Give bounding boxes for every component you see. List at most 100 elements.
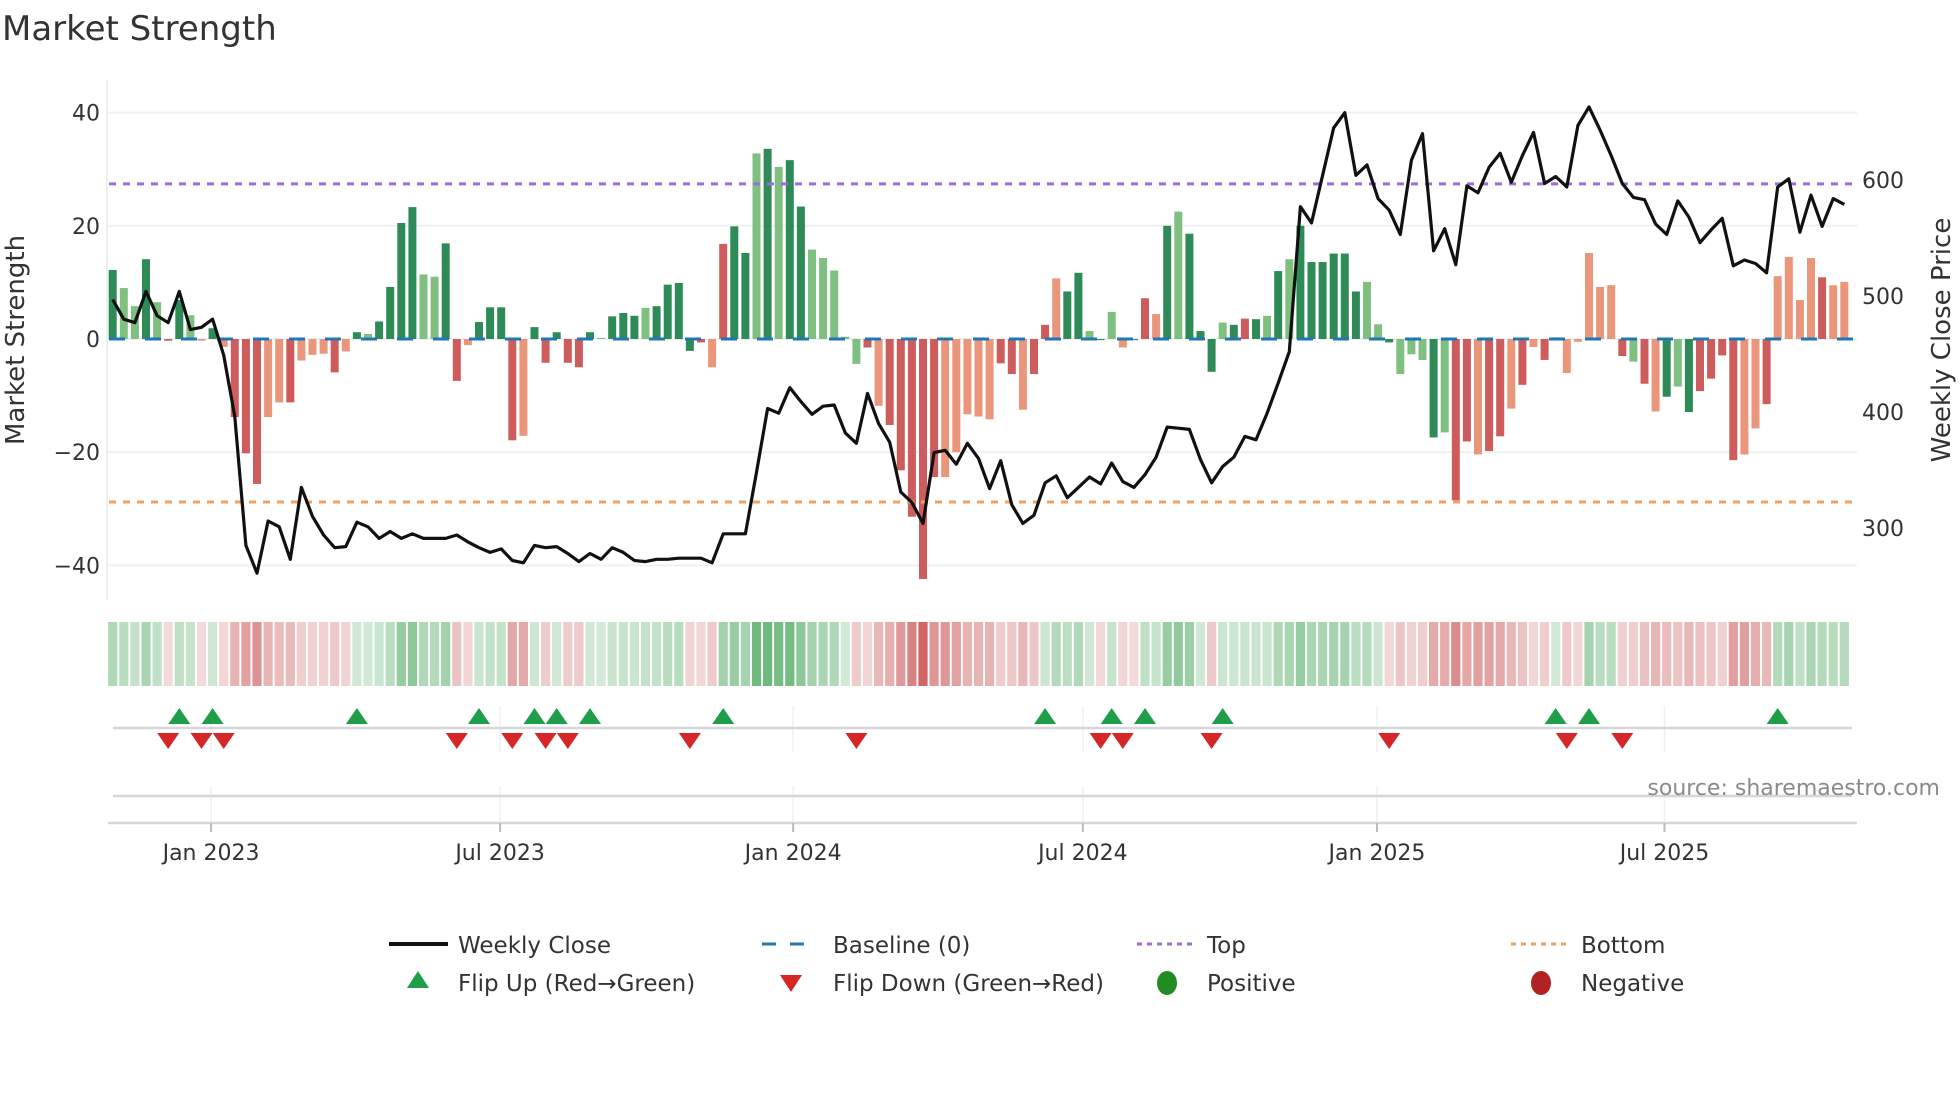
strength-bar bbox=[1740, 339, 1749, 455]
strength-bar bbox=[1540, 339, 1549, 360]
strength-bar bbox=[785, 160, 794, 339]
heat-cell bbox=[1662, 622, 1672, 686]
y-tick-label: 0 bbox=[86, 328, 100, 353]
heat-cell bbox=[1417, 622, 1428, 686]
strength-bar bbox=[519, 339, 528, 436]
circle-icon bbox=[1531, 971, 1551, 995]
heat-cell bbox=[1806, 622, 1816, 686]
strength-bar bbox=[508, 339, 517, 441]
heat-cell bbox=[1129, 622, 1139, 686]
heat-cell bbox=[674, 622, 684, 686]
strength-bar bbox=[286, 339, 295, 403]
heat-cell bbox=[1373, 622, 1383, 686]
flip-up-marker-icon bbox=[1766, 708, 1789, 724]
strength-bar bbox=[1773, 276, 1782, 339]
legend-item-positive[interactable]: Positive bbox=[1157, 971, 1296, 997]
heat-cell bbox=[241, 622, 251, 686]
strength-bar bbox=[1751, 339, 1760, 429]
heat-cell bbox=[1495, 622, 1505, 686]
legend-item-top[interactable]: Top bbox=[1137, 933, 1246, 959]
strength-bar bbox=[1229, 324, 1238, 339]
heat-cell bbox=[1240, 622, 1250, 686]
triangle-down-icon bbox=[780, 975, 802, 992]
legend-item-flip-up[interactable]: Flip Up (Red→Green) bbox=[407, 971, 695, 997]
flip-down-marker-icon bbox=[556, 733, 579, 749]
heat-cell bbox=[441, 622, 451, 686]
legend-item-negative[interactable]: Negative bbox=[1531, 971, 1684, 997]
y-tick-label: −40 bbox=[54, 554, 100, 579]
flip-down-marker-icon bbox=[1111, 733, 1134, 749]
strength-bar bbox=[963, 339, 972, 415]
heat-cell bbox=[1007, 622, 1017, 686]
heat-cell bbox=[230, 622, 240, 686]
heat-cell bbox=[1540, 622, 1550, 686]
heat-cell bbox=[751, 622, 762, 686]
x-tick-label: Jan 2024 bbox=[743, 841, 842, 866]
flip-up-marker-icon bbox=[468, 708, 490, 724]
x-tick-label: Jan 2025 bbox=[1327, 841, 1426, 866]
flip-up-marker-icon bbox=[1100, 708, 1123, 724]
strength-bar bbox=[630, 315, 639, 339]
heat-cell bbox=[1118, 622, 1128, 686]
strength-bar bbox=[1762, 339, 1771, 405]
heat-cell bbox=[985, 622, 995, 686]
heat-cell bbox=[807, 622, 817, 686]
heat-cell bbox=[596, 622, 606, 686]
heat-cell bbox=[1517, 622, 1527, 686]
flip-down-marker-icon bbox=[501, 733, 524, 749]
strength-bar bbox=[652, 306, 661, 339]
strength-bar bbox=[974, 339, 983, 417]
strength-bar bbox=[430, 276, 439, 339]
heat-cell bbox=[1551, 622, 1561, 686]
strength-bar bbox=[1829, 285, 1838, 339]
heat-cell bbox=[885, 622, 895, 686]
strength-bar bbox=[164, 339, 173, 341]
legend-label: Bottom bbox=[1581, 933, 1665, 959]
strength-bar bbox=[985, 339, 994, 420]
strength-bar bbox=[1529, 339, 1538, 347]
flip-down-marker-icon bbox=[157, 733, 180, 749]
strength-bar bbox=[1207, 339, 1216, 372]
heat-cell bbox=[1018, 622, 1028, 686]
flip-up-marker-icon bbox=[579, 708, 601, 724]
strength-bars bbox=[108, 148, 1849, 579]
flip-up-marker-icon bbox=[1134, 708, 1156, 724]
heat-cell bbox=[307, 622, 318, 686]
strength-bar bbox=[1629, 339, 1638, 362]
strength-bar bbox=[1107, 311, 1116, 339]
heat-cell bbox=[796, 622, 806, 686]
heat-cell bbox=[640, 622, 651, 686]
heat-cell bbox=[174, 622, 184, 686]
strength-bar bbox=[1185, 233, 1194, 339]
strength-bar bbox=[719, 243, 728, 339]
heat-cell bbox=[1073, 622, 1083, 686]
heat-cell bbox=[252, 622, 262, 686]
legend-item-flip-down[interactable]: Flip Down (Green→Red) bbox=[780, 971, 1104, 997]
strength-bar bbox=[1274, 271, 1283, 339]
market-strength-chart: Market Strength 40 20 0 −20 −40 600 500 400 300… bbox=[1, 9, 1957, 997]
legend-item-bottom[interactable]: Bottom bbox=[1511, 933, 1665, 959]
legend-item-weekly-close[interactable]: Weekly Close bbox=[389, 933, 611, 959]
legend-item-baseline[interactable]: Baseline (0) bbox=[762, 933, 970, 959]
strength-bar bbox=[386, 286, 395, 339]
flip-down-marker-icon bbox=[445, 733, 468, 749]
strength-bar bbox=[197, 339, 206, 341]
strength-bar bbox=[1041, 324, 1050, 339]
strength-bar bbox=[1318, 262, 1327, 339]
heat-cell bbox=[774, 622, 784, 686]
strength-bar bbox=[1152, 314, 1161, 339]
strength-bar bbox=[319, 339, 328, 354]
strength-bar bbox=[1784, 256, 1793, 339]
heat-cell bbox=[474, 622, 484, 686]
strength-bar bbox=[1007, 339, 1016, 375]
strength-bar bbox=[486, 307, 495, 339]
heat-cell bbox=[1406, 622, 1416, 686]
chart-title: Market Strength bbox=[2, 9, 277, 49]
heat-cell bbox=[585, 622, 595, 686]
strength-bar bbox=[919, 339, 927, 579]
flip-up-marker-icon bbox=[545, 708, 568, 724]
strength-bar bbox=[1374, 324, 1383, 339]
heat-cell bbox=[1184, 622, 1194, 686]
heat-cell bbox=[785, 622, 795, 686]
heat-cell bbox=[130, 622, 140, 686]
